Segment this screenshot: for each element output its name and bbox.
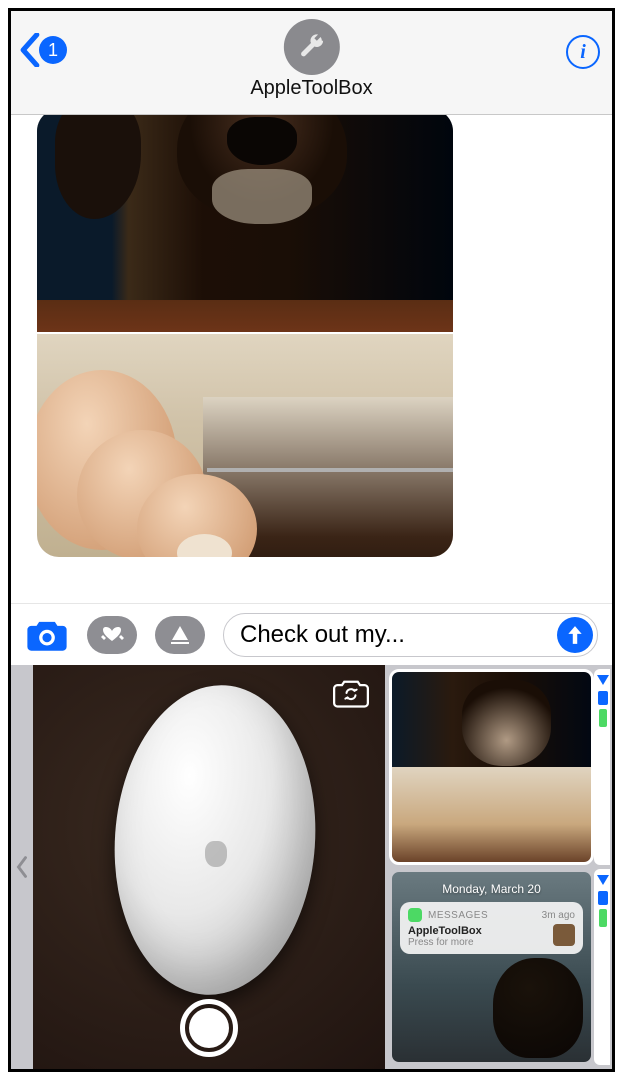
- battery-icon: [599, 709, 607, 727]
- status-strip: [594, 665, 612, 1069]
- info-button[interactable]: i: [566, 35, 600, 69]
- status-strip-cell-2[interactable]: [594, 869, 610, 1065]
- screenshot-date: Monday, March 20: [392, 882, 591, 896]
- live-camera-preview[interactable]: [33, 665, 385, 1069]
- back-unread-badge: 1: [39, 36, 67, 64]
- chevron-left-icon: [15, 854, 29, 880]
- message-input-text: Check out my...: [240, 621, 557, 649]
- conversation-thread[interactable]: [11, 115, 612, 603]
- battery-icon: [599, 909, 607, 927]
- recent-photos-column: Monday, March 20 MESSAGES 3m ago AppleTo…: [385, 665, 594, 1069]
- shutter-button[interactable]: [180, 999, 238, 1057]
- status-strip-cell-1[interactable]: [594, 669, 610, 865]
- screenshot-notification: MESSAGES 3m ago AppleToolBox Press for m…: [400, 902, 583, 954]
- received-image-bubble[interactable]: [37, 115, 453, 557]
- wifi-icon: [597, 875, 609, 885]
- chevron-left-icon: [19, 33, 41, 67]
- contact-avatar: [284, 19, 340, 75]
- message-input[interactable]: Check out my...: [223, 613, 598, 657]
- photo-drawer: Monday, March 20 MESSAGES 3m ago AppleTo…: [11, 665, 612, 1069]
- messages-app-icon: [408, 908, 422, 922]
- apple-logo-icon: [205, 841, 227, 867]
- bluetooth-icon: [598, 691, 608, 705]
- notification-time: 3m ago: [542, 910, 575, 921]
- notification-title: AppleToolBox: [408, 925, 575, 937]
- shutter-dot-icon: [189, 1008, 229, 1048]
- drawer-collapse-button[interactable]: [11, 665, 33, 1069]
- app-store-icon: [166, 623, 194, 647]
- recent-photo-1[interactable]: [389, 669, 594, 865]
- contact-block[interactable]: AppleToolBox: [250, 19, 372, 100]
- heart-fingers-icon: [98, 623, 126, 647]
- wifi-icon: [597, 675, 609, 685]
- conversation-header: 1 AppleToolBox i: [11, 11, 612, 115]
- notification-subtitle: Press for more: [408, 937, 575, 948]
- back-button[interactable]: 1: [19, 33, 67, 67]
- preview-subject: [104, 678, 325, 1001]
- compose-bar: Check out my...: [11, 603, 612, 665]
- screenshot-wallpaper-subject: [493, 958, 583, 1058]
- notification-app-label: MESSAGES: [428, 910, 536, 921]
- digital-touch-button[interactable]: [87, 616, 137, 654]
- camera-rotate-icon: [333, 678, 369, 708]
- app-frame: 1 AppleToolBox i: [8, 8, 615, 1072]
- wrench-icon: [297, 32, 327, 62]
- info-icon: i: [580, 41, 586, 64]
- camera-button[interactable]: [25, 615, 69, 655]
- camera-icon: [26, 618, 68, 652]
- attachment-photo-fingers[interactable]: [37, 334, 453, 557]
- switch-camera-button[interactable]: [331, 677, 371, 709]
- attachment-photo-dog[interactable]: [37, 115, 453, 334]
- arrow-up-icon: [566, 625, 584, 645]
- app-store-button[interactable]: [155, 616, 205, 654]
- recent-photo-2[interactable]: Monday, March 20 MESSAGES 3m ago AppleTo…: [389, 869, 594, 1065]
- notification-thumb: [553, 924, 575, 946]
- send-button[interactable]: [557, 617, 593, 653]
- contact-name: AppleToolBox: [250, 77, 372, 100]
- bluetooth-icon: [598, 891, 608, 905]
